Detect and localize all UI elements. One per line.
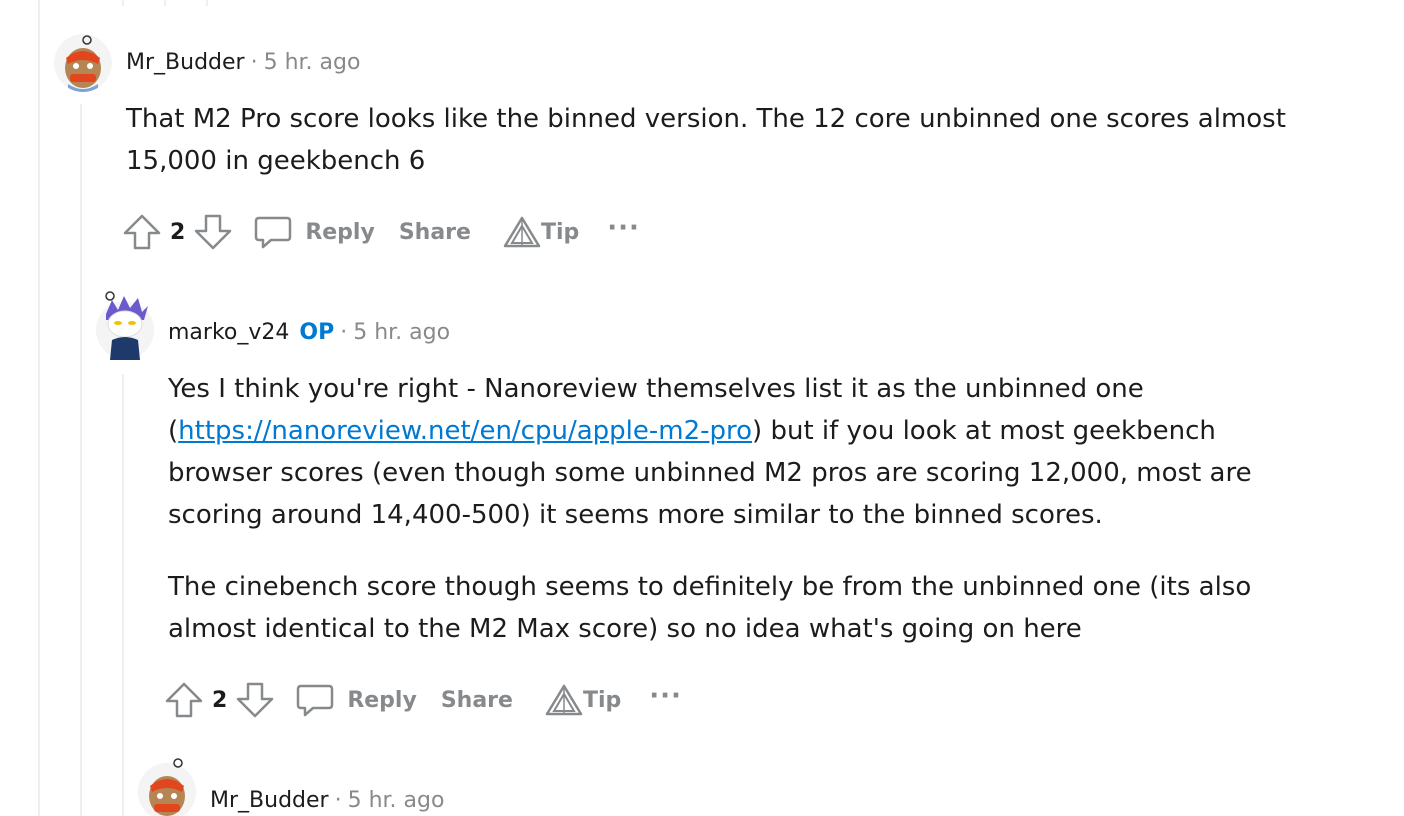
- vote-count: 2: [212, 687, 228, 713]
- comment-bubble-icon: [253, 212, 293, 252]
- more-icon: ···: [649, 681, 682, 711]
- meta-separator: ·: [334, 788, 342, 813]
- timestamp[interactable]: 5 hr. ago: [348, 788, 445, 813]
- username-link[interactable]: Mr_Budder: [126, 50, 245, 75]
- comment-body: Yes I think you're right - Nanoreview th…: [168, 368, 1278, 650]
- comment-paragraph: The cinebench score though seems to defi…: [168, 572, 1252, 644]
- tip-label: Tip: [540, 219, 580, 245]
- comment-actions: 2 Reply Share Tip ···: [164, 678, 682, 722]
- thread-line-outer[interactable]: [38, 0, 40, 816]
- share-label: Share: [440, 687, 513, 713]
- timestamp[interactable]: 5 hr. ago: [264, 50, 361, 75]
- username-link[interactable]: marko_v24: [168, 320, 289, 345]
- thread-line-comment-2[interactable]: [122, 374, 124, 816]
- reply-label: Reply: [347, 687, 417, 713]
- username-link[interactable]: Mr_Budder: [210, 788, 329, 813]
- comment-body: That M2 Pro score looks like the binned …: [126, 98, 1316, 182]
- comment-text: That M2 Pro score looks like the binned …: [126, 104, 1286, 176]
- more-options-button[interactable]: ···: [607, 213, 640, 243]
- timestamp[interactable]: 5 hr. ago: [353, 320, 450, 345]
- share-button[interactable]: Share: [399, 220, 471, 245]
- thread-line-comment-1[interactable]: [80, 104, 82, 816]
- avatar[interactable]: [96, 290, 154, 360]
- comment-bubble-icon: [295, 680, 335, 720]
- avatar[interactable]: [138, 756, 196, 816]
- thread-line-top-stub-1: [122, 0, 124, 6]
- nanoreview-link[interactable]: https://nanoreview.net/en/cpu/apple-m2-p…: [178, 416, 752, 446]
- tip-button[interactable]: Tip: [503, 215, 579, 249]
- meta-separator: ·: [340, 320, 348, 345]
- reply-label: Reply: [305, 219, 375, 245]
- share-label: Share: [398, 219, 471, 245]
- more-options-button[interactable]: ···: [649, 681, 682, 711]
- thread-line-top-stub-3: [206, 0, 208, 6]
- comment-actions: 2 Reply Share Tip ···: [122, 210, 640, 254]
- upvote-icon[interactable]: [164, 680, 204, 720]
- tip-button[interactable]: Tip: [545, 683, 621, 717]
- more-icon: ···: [607, 213, 640, 243]
- tip-icon: [545, 683, 583, 717]
- thread-line-top-stub-2: [164, 0, 166, 6]
- comment-paragraph: Yes I think you're right - Nanoreview th…: [168, 368, 1278, 536]
- vote-count: 2: [170, 219, 186, 245]
- comment-meta: Mr_Budder · 5 hr. ago: [126, 50, 360, 75]
- downvote-icon[interactable]: [193, 212, 233, 252]
- downvote-icon[interactable]: [235, 680, 275, 720]
- avatar[interactable]: [54, 34, 112, 92]
- share-button[interactable]: Share: [441, 688, 513, 713]
- upvote-icon[interactable]: [122, 212, 162, 252]
- tip-icon: [503, 215, 541, 249]
- comment-meta: Mr_Budder · 5 hr. ago: [210, 788, 444, 813]
- reply-button[interactable]: Reply: [295, 680, 417, 720]
- op-badge: OP: [299, 320, 335, 345]
- tip-label: Tip: [582, 687, 622, 713]
- meta-separator: ·: [250, 50, 258, 75]
- comment-meta: marko_v24 OP · 5 hr. ago: [168, 320, 450, 345]
- reply-button[interactable]: Reply: [253, 212, 375, 252]
